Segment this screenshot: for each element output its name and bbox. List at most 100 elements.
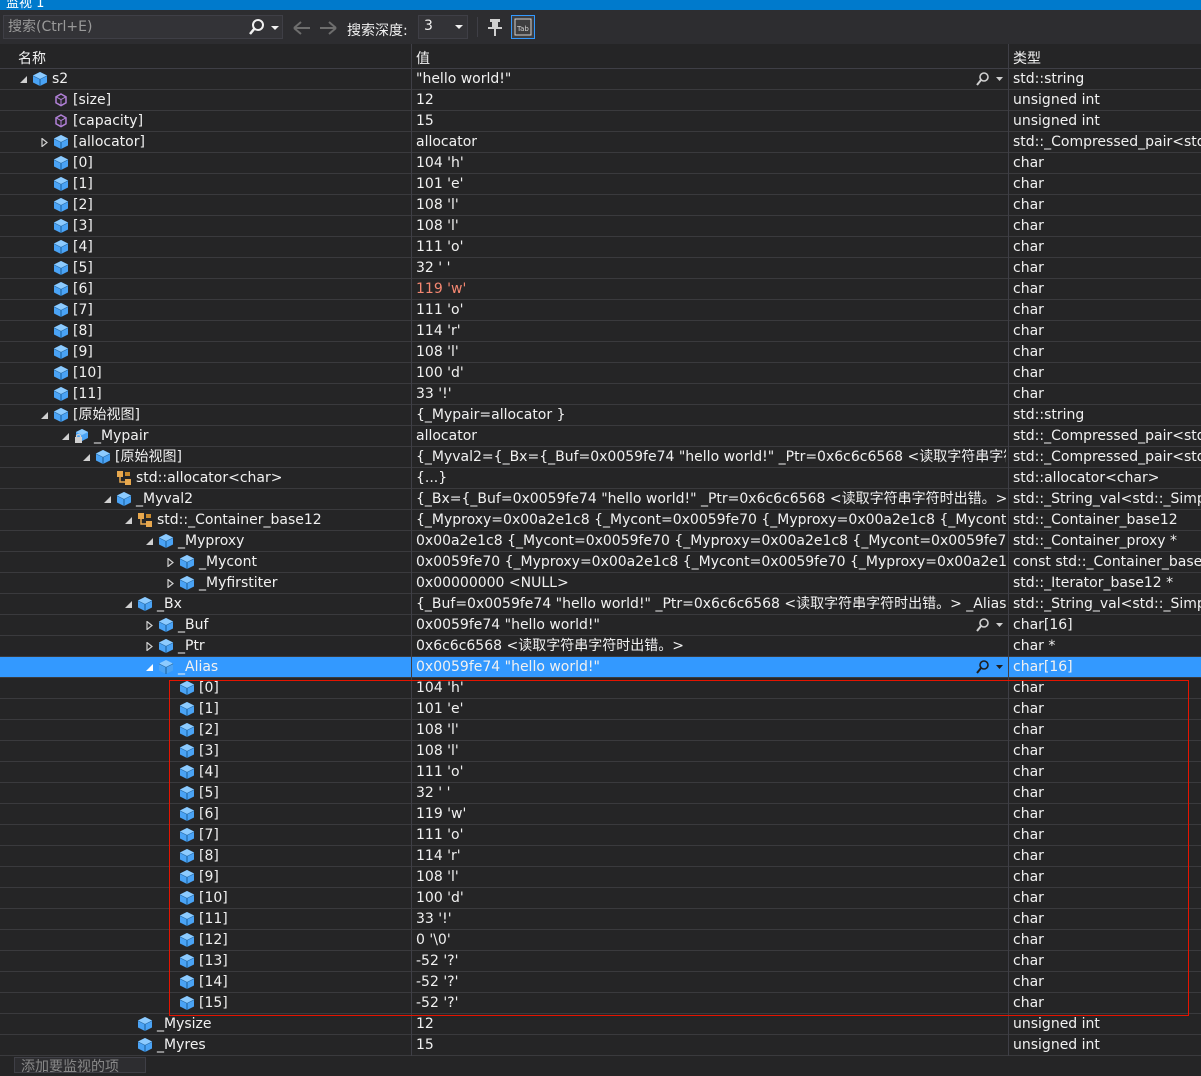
value-cell[interactable]: 0x6c6c6568 <读取字符串字符时出错。> xyxy=(416,636,1006,656)
watch-row[interactable]: [2] 108 'l' char xyxy=(0,195,1201,216)
watch-row[interactable]: [allocator] allocator std::_Compressed_pai… xyxy=(0,132,1201,153)
expanded-triangle-icon[interactable] xyxy=(19,75,28,84)
watch-row[interactable]: [10] 100 'd' char xyxy=(0,888,1201,909)
collapsed-triangle-icon[interactable] xyxy=(145,642,154,651)
header-type[interactable]: 类型 xyxy=(1013,48,1041,68)
watch-row[interactable]: [2] 108 'l' char xyxy=(0,720,1201,741)
value-cell[interactable]: 12 xyxy=(416,90,1006,110)
value-cell[interactable]: 104 'h' xyxy=(416,678,1006,698)
watch-row[interactable]: _Bx {_Buf=0x0059fe74 "hello world!" _Ptr=… xyxy=(0,594,1201,615)
watch-row[interactable]: [4] 111 'o' char xyxy=(0,762,1201,783)
watch-row[interactable]: [size] 12 unsigned int xyxy=(0,90,1201,111)
value-cell[interactable]: 0x00000000 <NULL> xyxy=(416,573,1006,593)
watch-row[interactable]: [5] 32 ' ' char xyxy=(0,258,1201,279)
watch-row[interactable]: [9] 108 'l' char xyxy=(0,867,1201,888)
collapsed-triangle-icon[interactable] xyxy=(40,138,49,147)
value-cell[interactable]: allocator xyxy=(416,426,1006,446)
watch-row[interactable]: _Myval2 {_Bx={_Buf=0x0059fe74 "hello worl… xyxy=(0,489,1201,510)
watch-row[interactable]: [10] 100 'd' char xyxy=(0,363,1201,384)
column-divider[interactable] xyxy=(1008,44,1009,68)
value-cell[interactable]: 119 'w' xyxy=(416,279,1006,299)
value-cell[interactable]: 33 '!' xyxy=(416,384,1006,404)
watch-row[interactable]: [8] 114 'r' char xyxy=(0,321,1201,342)
value-cell[interactable]: allocator xyxy=(416,132,1006,152)
expanded-triangle-icon[interactable] xyxy=(145,663,154,672)
watch-row[interactable]: [7] 111 'o' char xyxy=(0,825,1201,846)
watch-row[interactable]: [12] 0 '\0' char xyxy=(0,930,1201,951)
value-cell[interactable]: 100 'd' xyxy=(416,888,1006,908)
value-cell[interactable]: 108 'l' xyxy=(416,867,1006,887)
watch-row[interactable]: _Buf 0x0059fe74 "hello world!" char[16] xyxy=(0,615,1201,636)
watch-row[interactable]: _Alias 0x0059fe74 "hello world!" char[16] xyxy=(0,657,1201,678)
header-value[interactable]: 值 xyxy=(416,48,430,68)
expanded-triangle-icon[interactable] xyxy=(61,432,70,441)
watch-row[interactable]: _Mysize 12 unsigned int xyxy=(0,1014,1201,1035)
value-cell[interactable]: 12 xyxy=(416,1014,1006,1034)
watch-row[interactable]: _Myfirstiter 0x00000000 <NULL> std::_Itera… xyxy=(0,573,1201,594)
value-cell[interactable]: -52 '?' xyxy=(416,993,1006,1013)
value-cell[interactable]: 104 'h' xyxy=(416,153,1006,173)
watch-row[interactable]: [11] 33 '!' char xyxy=(0,384,1201,405)
value-cell[interactable]: 111 'o' xyxy=(416,300,1006,320)
pin-icon[interactable] xyxy=(484,16,506,38)
value-cell[interactable]: 108 'l' xyxy=(416,342,1006,362)
collapsed-triangle-icon[interactable] xyxy=(145,621,154,630)
watch-row[interactable]: [3] 108 'l' char xyxy=(0,216,1201,237)
expanded-triangle-icon[interactable] xyxy=(124,516,133,525)
watch-row[interactable]: _Mycont 0x0059fe70 {_Myproxy=0x00a2e1c8 {… xyxy=(0,552,1201,573)
value-cell[interactable]: {_Myproxy=0x00a2e1c8 {_Mycont=0x0059fe70… xyxy=(416,510,1006,530)
header-name[interactable]: 名称 xyxy=(18,48,46,68)
watch-row[interactable]: _Myproxy 0x00a2e1c8 {_Mycont=0x0059fe70 {… xyxy=(0,531,1201,552)
expanded-triangle-icon[interactable] xyxy=(82,453,91,462)
value-cell[interactable]: 108 'l' xyxy=(416,741,1006,761)
watch-row[interactable]: [0] 104 'h' char xyxy=(0,678,1201,699)
text-visualizer-icon[interactable] xyxy=(975,71,991,87)
value-cell[interactable]: 32 ' ' xyxy=(416,783,1006,803)
chevron-down-icon[interactable] xyxy=(995,74,1004,84)
value-cell[interactable]: {...} xyxy=(416,468,1006,488)
chevron-down-icon[interactable] xyxy=(995,620,1004,630)
value-cell[interactable]: 0x0059fe70 {_Myproxy=0x00a2e1c8 {_Mycont… xyxy=(416,552,1006,572)
watch-row[interactable]: std::allocator<char> {...} std::allocator<… xyxy=(0,468,1201,489)
value-cell[interactable]: 108 'l' xyxy=(416,720,1006,740)
watch-row[interactable]: _Ptr 0x6c6c6568 <读取字符串字符时出错。> char * xyxy=(0,636,1201,657)
watch-row[interactable]: [14] -52 '?' char xyxy=(0,972,1201,993)
chevron-down-icon[interactable] xyxy=(268,17,282,37)
search-box[interactable] xyxy=(3,15,283,39)
watch-row[interactable]: [4] 111 'o' char xyxy=(0,237,1201,258)
text-visualizer-icon[interactable] xyxy=(975,659,991,675)
value-cell[interactable]: 32 ' ' xyxy=(416,258,1006,278)
watch-row[interactable]: s2 "hello world!" std::string xyxy=(0,69,1201,90)
collapsed-triangle-icon[interactable] xyxy=(166,558,175,567)
value-cell[interactable]: {_Mypair=allocator } xyxy=(416,405,1006,425)
arrow-right-icon[interactable] xyxy=(318,19,338,37)
value-cell[interactable]: 101 'e' xyxy=(416,174,1006,194)
watch-row[interactable]: [9] 108 'l' char xyxy=(0,342,1201,363)
watch-row[interactable]: [原始视图] {_Mypair=allocator } std::string xyxy=(0,405,1201,426)
watch-row[interactable]: [7] 111 'o' char xyxy=(0,300,1201,321)
watch-row[interactable]: [0] 104 'h' char xyxy=(0,153,1201,174)
watch-row[interactable]: [1] 101 'e' char xyxy=(0,699,1201,720)
search-icon[interactable] xyxy=(248,17,266,37)
value-cell[interactable]: {_Myval2={_Bx={_Buf=0x0059fe74 "hello wo… xyxy=(416,447,1006,467)
value-cell[interactable]: 15 xyxy=(416,1035,1006,1055)
watch-row[interactable]: [13] -52 '?' char xyxy=(0,951,1201,972)
value-cell[interactable]: 15 xyxy=(416,111,1006,131)
watch-row[interactable]: [capacity] 15 unsigned int xyxy=(0,111,1201,132)
value-cell[interactable]: 0x0059fe74 "hello world!" xyxy=(416,615,971,635)
value-cell[interactable]: 111 'o' xyxy=(416,762,1006,782)
collapsed-triangle-icon[interactable] xyxy=(166,579,175,588)
value-cell[interactable]: 108 'l' xyxy=(416,216,1006,236)
watch-row[interactable]: [1] 101 'e' char xyxy=(0,174,1201,195)
hex-display-toggle[interactable]: Tab xyxy=(511,15,535,39)
watch-row[interactable]: [原始视图] {_Myval2={_Bx={_Buf=0x0059fe74 "he… xyxy=(0,447,1201,468)
value-cell[interactable]: 101 'e' xyxy=(416,699,1006,719)
value-cell[interactable]: -52 '?' xyxy=(416,972,1006,992)
watch-row[interactable]: [6] 119 'w' char xyxy=(0,279,1201,300)
value-cell[interactable]: {_Buf=0x0059fe74 "hello world!" _Ptr=0x6… xyxy=(416,594,1006,614)
watch-row[interactable]: [3] 108 'l' char xyxy=(0,741,1201,762)
value-cell[interactable]: 111 'o' xyxy=(416,237,1006,257)
expanded-triangle-icon[interactable] xyxy=(145,537,154,546)
watch-row[interactable]: [8] 114 'r' char xyxy=(0,846,1201,867)
search-input[interactable] xyxy=(8,18,243,36)
